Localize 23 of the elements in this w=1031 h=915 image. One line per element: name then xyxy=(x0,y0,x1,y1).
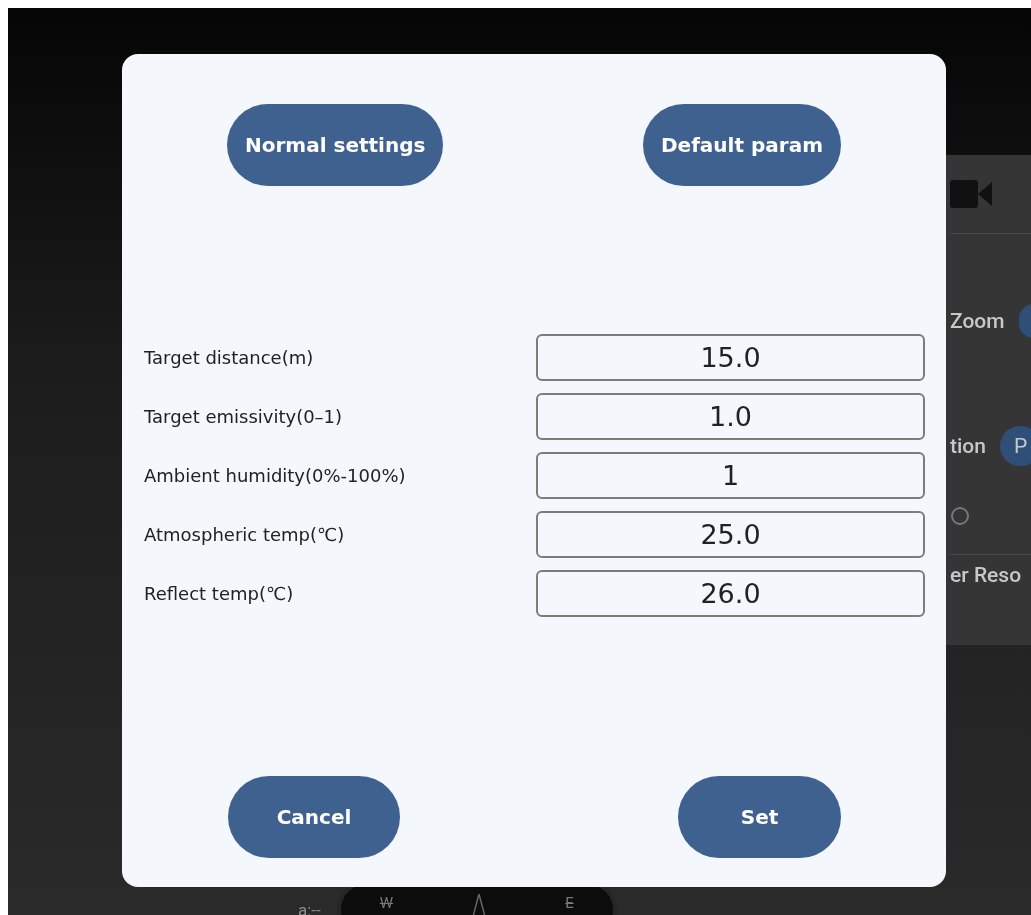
north-arrow-icon xyxy=(471,894,488,915)
east-label: E xyxy=(565,894,574,912)
field-label: Ambient humidity(0%-100%) xyxy=(144,465,406,486)
field-label: Target distance(m) xyxy=(144,347,314,368)
video-camera-icon xyxy=(950,178,992,210)
radio-icon[interactable] xyxy=(950,506,970,526)
value-field[interactable]: 1.0 xyxy=(536,393,925,440)
field-label: Reflect temp(℃) xyxy=(144,583,294,604)
value-field[interactable]: 15.0 xyxy=(536,334,925,381)
value-field[interactable]: 1 xyxy=(536,452,925,499)
resolution-label: er Reso xyxy=(950,563,1022,587)
value-field[interactable]: 26.0 xyxy=(536,570,925,617)
value-field[interactable]: 25.0 xyxy=(536,511,925,558)
option-button[interactable]: P xyxy=(999,426,1031,466)
field-label: Target emissivity(0–1) xyxy=(144,406,343,427)
field-label: Atmospheric temp(℃) xyxy=(144,524,345,545)
option-label: tion xyxy=(950,434,986,458)
set-button[interactable]: Set xyxy=(678,776,841,858)
cancel-button[interactable]: Cancel xyxy=(228,776,400,858)
zoom-label: Zoom xyxy=(950,309,1005,333)
tab-button[interactable]: Default param xyxy=(643,104,841,186)
tab-button[interactable]: Normal settings xyxy=(227,104,444,186)
west-label: W xyxy=(379,894,394,912)
